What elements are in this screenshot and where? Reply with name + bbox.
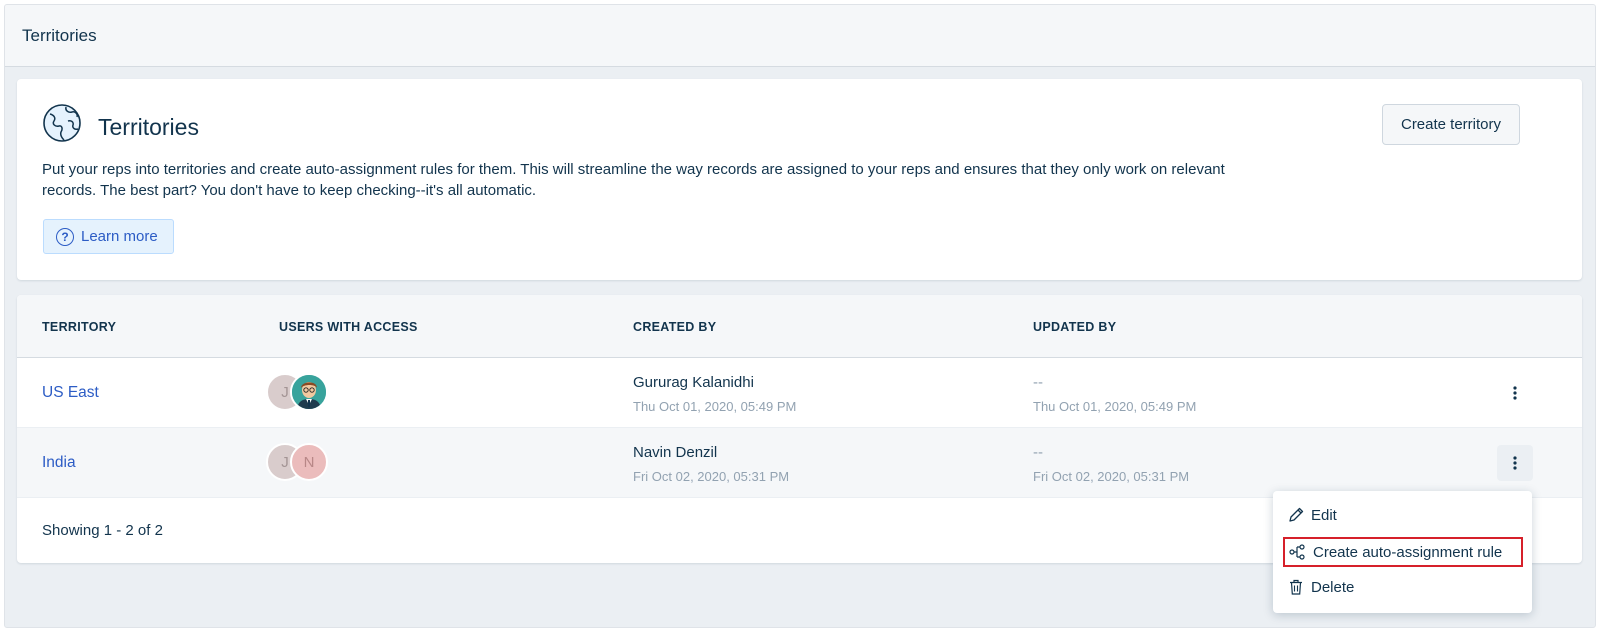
learn-more-label: Learn more bbox=[81, 228, 158, 245]
help-circle-icon: ? bbox=[56, 227, 74, 246]
territory-link-india[interactable]: India bbox=[42, 454, 76, 472]
table-row: India J N Navin Denzil Fri Oct 02, 2020,… bbox=[17, 428, 1582, 498]
updated-by-name: -- bbox=[1033, 374, 1043, 391]
column-header-users: USERS WITH ACCESS bbox=[279, 320, 418, 334]
learn-more-button[interactable]: ? Learn more bbox=[43, 219, 174, 254]
column-header-updated-by: UPDATED BY bbox=[1033, 320, 1117, 334]
page-header: Territories bbox=[5, 5, 1595, 67]
menu-item-label: Delete bbox=[1311, 578, 1355, 596]
row-actions-menu: Edit Create auto-assignment rule Delete bbox=[1273, 491, 1532, 613]
users-avatar-group: J bbox=[266, 373, 336, 411]
users-avatar-group: J N bbox=[266, 443, 336, 481]
avatar: N bbox=[290, 443, 328, 481]
created-date: Thu Oct 01, 2020, 05:49 PM bbox=[633, 399, 797, 414]
created-by-name: Navin Denzil bbox=[633, 444, 718, 461]
menu-item-create-auto-assignment-rule[interactable]: Create auto-assignment rule bbox=[1283, 537, 1523, 567]
created-by-name: Gururag Kalanidhi bbox=[633, 374, 754, 391]
person-avatar-icon bbox=[292, 375, 326, 409]
kebab-menu-icon bbox=[1513, 386, 1517, 400]
updated-date: Fri Oct 02, 2020, 05:31 PM bbox=[1033, 469, 1190, 484]
updated-by-name: -- bbox=[1033, 444, 1043, 461]
globe-icon bbox=[43, 104, 81, 142]
column-header-territory: TERRITORY bbox=[42, 320, 117, 334]
column-header-created-by: CREATED BY bbox=[633, 320, 717, 334]
row-actions-button[interactable] bbox=[1497, 375, 1533, 411]
menu-item-label: Edit bbox=[1311, 506, 1337, 524]
menu-item-delete[interactable]: Delete bbox=[1281, 572, 1524, 602]
avatar bbox=[290, 373, 328, 411]
card-description: Put your reps into territories and creat… bbox=[42, 161, 1225, 199]
menu-item-label: Create auto-assignment rule bbox=[1313, 543, 1503, 561]
kebab-menu-icon bbox=[1513, 456, 1517, 470]
updated-date: Thu Oct 01, 2020, 05:49 PM bbox=[1033, 399, 1197, 414]
pencil-icon bbox=[1287, 506, 1305, 524]
territories-info-card: Territories Put your reps into territori… bbox=[17, 79, 1582, 280]
trash-icon bbox=[1287, 578, 1305, 596]
table-row: US East J Gururag Kalanidhi Thu Oct 01, … bbox=[17, 358, 1582, 428]
pagination-summary: Showing 1 - 2 of 2 bbox=[42, 522, 163, 539]
row-actions-button[interactable] bbox=[1497, 445, 1533, 481]
page-title: Territories bbox=[22, 26, 97, 45]
created-date: Fri Oct 02, 2020, 05:31 PM bbox=[633, 469, 790, 484]
card-title: Territories bbox=[98, 114, 199, 140]
workflow-icon bbox=[1289, 543, 1307, 561]
menu-item-edit[interactable]: Edit bbox=[1281, 500, 1524, 530]
create-territory-button[interactable]: Create territory bbox=[1382, 104, 1520, 145]
table-header: TERRITORY USERS WITH ACCESS CREATED BY U… bbox=[17, 295, 1582, 358]
territory-link-us-east[interactable]: US East bbox=[42, 384, 99, 402]
